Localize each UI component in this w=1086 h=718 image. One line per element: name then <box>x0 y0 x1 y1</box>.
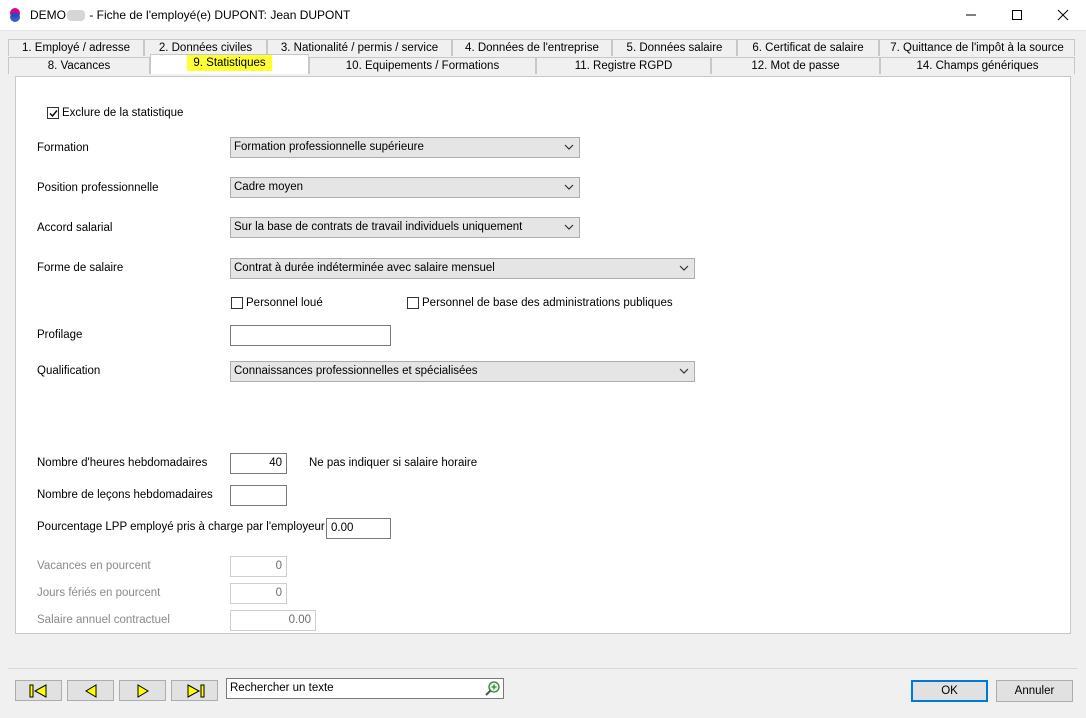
tab-equipements-formations[interactable]: 10. Equipements / Formations <box>309 57 536 74</box>
minimize-icon <box>966 14 976 16</box>
window-title: DEMO - Fiche de l'employé(e) DUPONT: Jea… <box>30 8 351 22</box>
tab-employe-adresse[interactable]: 1. Employé / adresse <box>8 39 144 56</box>
exclude-stats-checkbox[interactable] <box>47 107 59 119</box>
heures-label: Nombre d'heures hebdomadaires <box>37 457 208 469</box>
personnel-base-label: Personnel de base des administrations pu… <box>422 297 673 309</box>
ok-button[interactable]: OK <box>911 680 988 702</box>
heures-hint: Ne pas indiquer si salaire horaire <box>309 457 478 469</box>
tab-quittance-impot[interactable]: 7. Quittance de l'impôt à la source <box>879 39 1075 56</box>
title-bar: DEMO - Fiche de l'employé(e) DUPONT: Jea… <box>0 0 1086 31</box>
profilage-input[interactable] <box>230 325 391 346</box>
tab-donnees-entreprise[interactable]: 4. Données de l'entreprise <box>452 39 612 56</box>
vacances-pct-input: 0 <box>230 556 287 577</box>
tab-vacances[interactable]: 8. Vacances <box>8 57 150 74</box>
tab-donnees-salaire[interactable]: 5. Données salaire <box>612 39 737 56</box>
minimize-button[interactable] <box>948 0 994 30</box>
next-record-button[interactable] <box>119 680 166 701</box>
cancel-button[interactable]: Annuler <box>996 680 1073 702</box>
checkmark-icon <box>49 110 58 118</box>
search-input[interactable]: Rechercher un texte <box>226 678 504 699</box>
tab-certificat-salaire[interactable]: 6. Certificat de salaire <box>737 39 879 56</box>
position-select[interactable]: Cadre moyen <box>230 177 580 198</box>
forme-salaire-select[interactable]: Contrat à durée indéterminée avec salair… <box>230 258 695 279</box>
tab-mot-de-passe[interactable]: 12. Mot de passe <box>711 57 880 74</box>
accord-value: Sur la base de contrats de travail indiv… <box>234 221 523 233</box>
lecons-label: Nombre de leçons hebdomadaires <box>37 489 213 501</box>
tab-champs-generiques[interactable]: 14. Champs génériques <box>880 57 1075 74</box>
chevron-down-icon <box>564 144 574 150</box>
last-icon <box>187 684 205 698</box>
salaire-annuel-input: 0.00 <box>230 610 316 631</box>
chevron-down-icon <box>564 184 574 190</box>
blurred-text <box>67 10 85 22</box>
tab-registre-rgpd[interactable]: 11. Registre RGPD <box>536 57 711 74</box>
maximize-icon <box>1012 10 1022 20</box>
feries-pct-input: 0 <box>230 583 287 604</box>
forme-salaire-label: Forme de salaire <box>37 262 124 274</box>
personnel-base-checkbox[interactable] <box>407 297 419 309</box>
tab-statistiques[interactable]: 9. Statistiques <box>150 54 309 74</box>
next-icon <box>137 684 149 698</box>
chevron-down-icon <box>679 265 689 271</box>
personnel-loue-label: Personnel loué <box>246 297 323 309</box>
previous-icon <box>85 684 97 698</box>
formation-select[interactable]: Formation professionnelle supérieure <box>230 137 580 158</box>
app-logo-icon <box>10 8 20 22</box>
accord-label: Accord salarial <box>37 222 113 234</box>
last-record-button[interactable] <box>171 680 218 701</box>
search-placeholder: Rechercher un texte <box>230 682 334 694</box>
accord-select[interactable]: Sur la base de contrats de travail indiv… <box>230 217 580 238</box>
maximize-button[interactable] <box>994 0 1040 30</box>
profilage-label: Profilage <box>37 329 83 341</box>
close-icon <box>1057 9 1069 21</box>
heures-input[interactable]: 40 <box>230 453 287 474</box>
vacances-pct-label: Vacances en pourcent <box>37 560 151 572</box>
exclude-stats-label: Exclure de la statistique <box>62 107 184 119</box>
position-value: Cadre moyen <box>234 181 304 193</box>
lpp-input[interactable]: 0.00 <box>326 518 391 539</box>
chevron-down-icon <box>679 368 689 374</box>
first-icon <box>29 684 47 698</box>
lecons-input[interactable] <box>230 485 287 506</box>
chevron-down-icon <box>564 224 574 230</box>
formation-value: Formation professionnelle supérieure <box>234 141 424 153</box>
forme-salaire-value: Contrat à durée indéterminée avec salair… <box>234 262 495 274</box>
personnel-loue-checkbox[interactable] <box>231 297 243 309</box>
previous-record-button[interactable] <box>67 680 114 701</box>
first-record-button[interactable] <box>15 680 62 701</box>
statistics-panel: Exclure de la statistique Formation Form… <box>15 76 1071 634</box>
close-button[interactable] <box>1040 0 1086 30</box>
qualification-select[interactable]: Connaissances professionnelles et spécia… <box>230 361 695 382</box>
feries-pct-label: Jours fériés en pourcent <box>37 587 161 599</box>
lpp-label: Pourcentage LPP employé pris à charge pa… <box>37 521 325 533</box>
salaire-annuel-label: Salaire annuel contractuel <box>37 614 170 626</box>
search-icon[interactable] <box>484 680 501 697</box>
qualification-value: Connaissances professionnelles et spécia… <box>234 365 478 377</box>
footer-divider <box>8 668 1078 669</box>
position-label: Position professionnelle <box>37 182 159 194</box>
formation-label: Formation <box>37 142 89 154</box>
qualification-label: Qualification <box>37 365 101 377</box>
